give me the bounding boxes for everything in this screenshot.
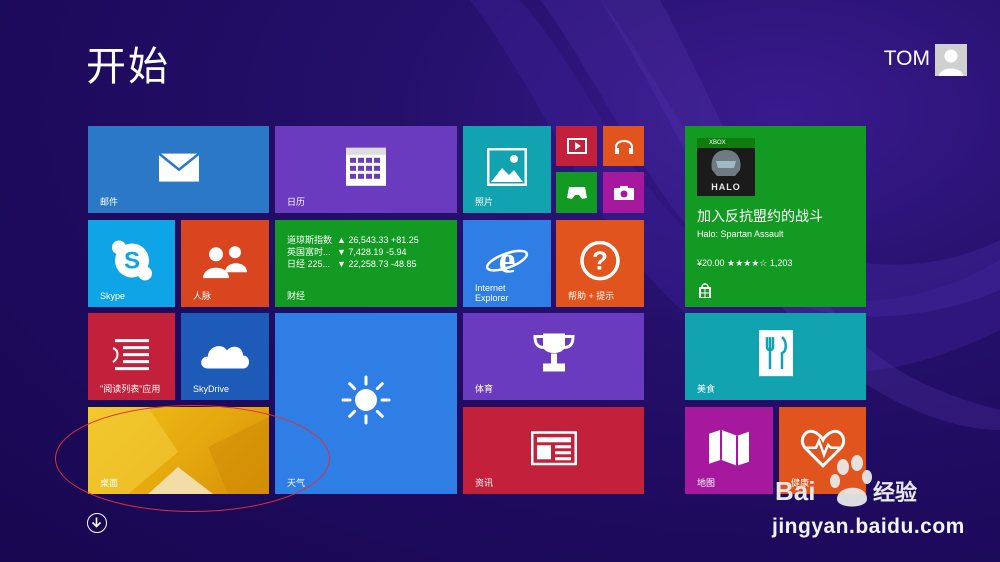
svg-text:HALO: HALO [711, 182, 741, 192]
tile-mail-label: 邮件 [100, 197, 119, 207]
xbox-badge: XBOX [697, 138, 755, 148]
store-price-rating: ¥20.00 ★★★★☆ 1,203 [697, 258, 793, 268]
tile-maps-label: 地图 [697, 478, 716, 488]
reading-list-icon [111, 338, 149, 370]
tile-people-label: 人脉 [193, 291, 212, 301]
store-icon [699, 283, 711, 298]
skype-icon: S [111, 239, 152, 280]
weather-sun-icon [341, 375, 391, 424]
tile-food[interactable]: 美食 [685, 313, 866, 400]
tile-sports[interactable]: 体育 [463, 313, 644, 400]
tile-calendar[interactable]: 日历 [275, 126, 457, 213]
tile-photos[interactable]: 照片 [463, 126, 551, 213]
tile-help-label: 帮助 + 提示 [568, 291, 615, 301]
all-apps-button[interactable] [87, 513, 107, 533]
news-icon [530, 430, 577, 465]
watermark-url: jingyan.baidu.com [772, 515, 965, 538]
store-subtitle: Halo: Spartan Assault [697, 229, 784, 239]
mail-icon [157, 152, 200, 182]
xbox-games-icon [566, 186, 587, 199]
start-title: 开始 [86, 45, 170, 89]
tile-music[interactable] [603, 126, 644, 166]
tile-food-label: 美食 [697, 384, 716, 394]
finance-ticker: 道琼斯指数 ▲ 26,543.33 +81.25 英国富时... ▼ 7,428.1… [287, 234, 432, 270]
headphones-icon [614, 140, 633, 154]
tile-mail[interactable]: 邮件 [88, 126, 269, 213]
tile-desktop-label: 桌面 [100, 478, 119, 488]
tile-help[interactable]: ? 帮助 + 提示 [556, 220, 644, 307]
people-icon [203, 245, 247, 278]
internet-explorer-icon: e [485, 239, 529, 281]
tile-people[interactable]: 人脉 [181, 220, 269, 307]
finance-row: 道琼斯指数 ▲ 26,543.33 +81.25 [287, 235, 419, 245]
tile-skype-label: Skype [100, 291, 126, 301]
user-icon [935, 44, 967, 76]
tile-weather[interactable]: 天气 [275, 313, 457, 494]
tile-camera[interactable] [603, 172, 644, 213]
svg-text:经验: 经验 [873, 480, 917, 506]
tile-reading-list-label: "阅读列表"应用 [100, 384, 161, 394]
finance-row: 日经 225... ▼ 22,258.73 -48.85 [287, 259, 417, 269]
trophy-icon [532, 332, 575, 371]
tile-calendar-label: 日历 [287, 197, 306, 207]
tile-store-halo[interactable]: HALO XBOX 加入反抗盟约的战斗 Halo: Spartan Assaul… [685, 126, 866, 307]
tile-ie-label: Internet Explorer [475, 283, 509, 303]
user-avatar[interactable] [935, 44, 967, 76]
tile-skydrive-label: SkyDrive [193, 384, 230, 394]
help-icon: ? [580, 240, 620, 280]
calendar-icon [346, 147, 386, 186]
tile-finance-label: 财经 [287, 291, 306, 301]
tile-video[interactable] [556, 126, 597, 166]
tile-weather-label: 天气 [287, 478, 306, 488]
tile-sports-label: 体育 [475, 384, 494, 394]
tile-photos-label: 照片 [475, 197, 494, 207]
tile-games[interactable] [556, 172, 597, 213]
tile-skydrive[interactable]: SkyDrive [181, 313, 269, 400]
tile-ie[interactable]: e Internet Explorer [463, 220, 551, 307]
svg-text:S: S [123, 247, 139, 274]
tile-desktop[interactable]: 桌面 [88, 407, 269, 494]
svg-text:?: ? [592, 245, 608, 275]
svg-text:e: e [499, 239, 516, 281]
store-title: 加入反抗盟约的战斗 [697, 208, 823, 224]
skydrive-icon [201, 345, 249, 368]
svg-text:Bai: Bai [775, 476, 815, 506]
tile-skype[interactable]: S Skype [88, 220, 175, 307]
camera-icon [613, 185, 634, 200]
tile-finance[interactable]: 道琼斯指数 ▲ 26,543.33 +81.25 英国富时... ▼ 7,428.1… [275, 220, 457, 307]
tile-news[interactable]: 资讯 [463, 407, 644, 494]
maps-icon [709, 429, 749, 466]
baidu-paw-logo: Bai 经验 [775, 455, 917, 507]
arrow-down-icon [91, 517, 102, 528]
food-icon [758, 329, 793, 376]
video-icon [566, 138, 587, 154]
tile-maps[interactable]: 地图 [685, 407, 773, 494]
baidu-watermark: Bai 经验 [775, 455, 955, 520]
tile-reading-list[interactable]: "阅读列表"应用 [88, 313, 175, 400]
user-name[interactable]: TOM [884, 47, 930, 71]
tile-news-label: 资讯 [475, 478, 494, 488]
photos-icon [487, 147, 527, 186]
finance-row: 英国富时... ▼ 7,428.19 -5.94 [287, 247, 407, 257]
